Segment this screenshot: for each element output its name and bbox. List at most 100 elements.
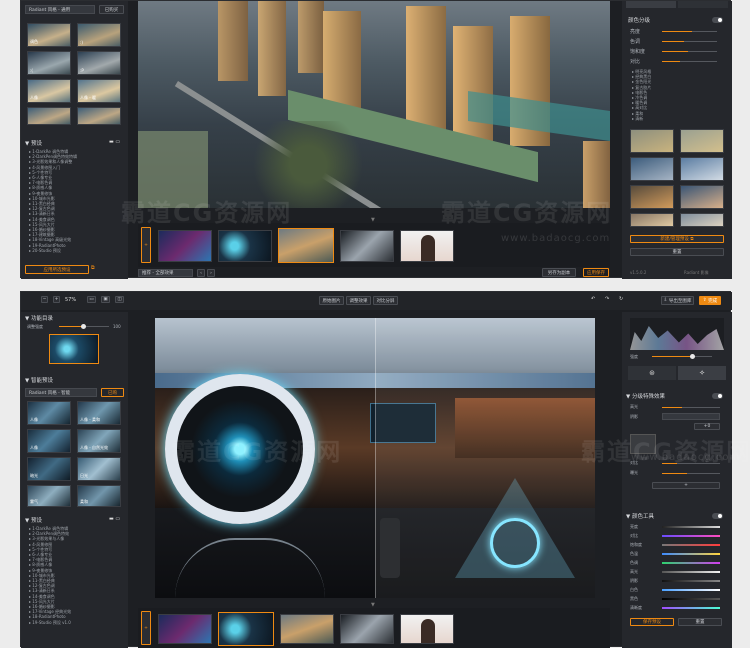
smart-thumb[interactable]: 人像 - 柔和	[77, 401, 121, 425]
save-preset-button[interactable]: 保存预设	[630, 618, 674, 626]
prev-button[interactable]: ‹	[197, 269, 205, 277]
exposure-slider[interactable]	[662, 473, 720, 474]
look-thumb[interactable]	[680, 185, 724, 209]
brightness-slider[interactable]	[662, 31, 717, 32]
highlight-bar[interactable]	[662, 571, 720, 573]
white-bar[interactable]	[662, 589, 720, 591]
panel-tab-active[interactable]	[626, 1, 676, 8]
smart-preset-dropdown[interactable]: Radiant 风格 - 智能	[25, 388, 97, 397]
add-image-button[interactable]: +	[141, 227, 151, 263]
purchased-button[interactable]: 已购买	[99, 5, 124, 14]
done-button[interactable]: ⇪ 完成	[699, 296, 721, 305]
preset-thumb[interactable]: 人像	[27, 79, 71, 103]
contrast-bar[interactable]	[662, 535, 720, 537]
film-thumb[interactable]	[400, 614, 454, 644]
look-thumb[interactable]	[680, 129, 724, 153]
view-toggle-icon[interactable]: ▬ ▭	[109, 139, 120, 145]
zoom-out-button[interactable]: −	[41, 296, 48, 303]
external-icon[interactable]: ⧉	[91, 265, 95, 271]
preset-thumb[interactable]: 人像 - 暖	[77, 79, 121, 103]
contrast-slider[interactable]	[662, 61, 717, 62]
smart-thumb[interactable]: 人像	[27, 429, 71, 453]
smart-thumb[interactable]: 人像	[27, 401, 71, 425]
tone-dropdown[interactable]	[662, 413, 720, 420]
fit-view-button[interactable]: ▭	[87, 296, 96, 303]
export-button[interactable]: ⇩ 导出至图库	[661, 296, 694, 305]
preset-style-dropdown[interactable]: Radiant 风格 - 通用	[25, 5, 95, 14]
tone-add-button[interactable]: + 0	[694, 423, 720, 430]
brightness-bar[interactable]	[662, 526, 720, 528]
nav-dropdown[interactable]: 推荐 - 全部效果	[138, 269, 193, 277]
zoom-in-button[interactable]: +	[53, 296, 60, 303]
apply-selected-button[interactable]: 应用所选预设	[25, 265, 89, 274]
shadow-bar[interactable]	[662, 580, 720, 582]
tab-split[interactable]: 对比分屏	[373, 296, 398, 305]
add-image-button-2[interactable]: +	[141, 611, 151, 645]
panel-tab[interactable]	[678, 1, 728, 8]
strength-slider[interactable]	[652, 354, 712, 359]
collapse-arrow-icon[interactable]: ▼	[371, 217, 375, 223]
main-photo-hud[interactable]	[155, 318, 595, 598]
contrast-slider-2[interactable]	[662, 463, 720, 464]
color-grading-toggle[interactable]	[712, 17, 723, 23]
refresh-icon[interactable]: ↻	[619, 296, 623, 302]
saturation-slider[interactable]	[662, 51, 717, 52]
reset-button[interactable]: 重置	[630, 248, 724, 256]
smart-thumb[interactable]: 暗光	[27, 457, 71, 481]
preset-thumb[interactable]: :P	[77, 51, 121, 75]
redo-icon[interactable]: ↷	[605, 296, 609, 302]
tint-bar[interactable]	[662, 562, 720, 564]
reset-button-2[interactable]: 重置	[678, 618, 722, 626]
film-thumb[interactable]	[158, 230, 212, 262]
look-thumb[interactable]	[630, 213, 674, 227]
film-thumb[interactable]	[340, 614, 394, 644]
look-thumb[interactable]	[630, 157, 674, 181]
film-thumb[interactable]	[218, 612, 274, 646]
look-thumb[interactable]	[630, 129, 674, 153]
film-thumb[interactable]	[278, 228, 334, 263]
preset-tree-2[interactable]: ▸ 1-DarkRe 调色特辑 ▸ 2-DarkPen调色特效 ▸ 3-光影效果与人…	[29, 526, 125, 644]
apply-save-button[interactable]: 应用保存	[583, 268, 609, 277]
next-button[interactable]: ›	[207, 269, 215, 277]
tone-toggle[interactable]	[712, 393, 723, 399]
preset-tree[interactable]: ▸ 1-DarkRe 调色特辑 ▸ 2-DarkPen调色特效特辑 ▸ 3-光影效果…	[29, 149, 125, 257]
black-bar[interactable]	[662, 598, 720, 600]
view-toggle-icon-2[interactable]: ▬ ▭	[109, 516, 120, 522]
preset-thumb[interactable]: :(	[27, 51, 71, 75]
saturation-bar[interactable]	[662, 544, 720, 546]
color-tools-toggle[interactable]	[712, 513, 723, 519]
preset-thumb[interactable]	[77, 107, 121, 125]
undo-icon[interactable]: ↶	[591, 296, 595, 302]
color-swatch[interactable]	[630, 434, 656, 454]
clarity-bar[interactable]	[662, 607, 720, 609]
smart-thumb[interactable]: 日光	[77, 457, 121, 481]
mode-tab-detail[interactable]: ✧	[678, 366, 726, 380]
preset-thumb[interactable]: :)	[77, 23, 121, 47]
look-thumb[interactable]	[680, 213, 724, 227]
film-thumb[interactable]	[218, 230, 272, 262]
mode-tab-color[interactable]: ⊛	[628, 366, 676, 380]
smart-thumb[interactable]: 人像 - 自然光效	[77, 429, 121, 453]
main-photo[interactable]	[138, 1, 610, 208]
smart-purchased-button[interactable]: 已购	[101, 388, 124, 397]
film-thumb[interactable]	[340, 230, 394, 262]
look-thumb[interactable]	[630, 185, 674, 209]
film-thumb[interactable]	[158, 614, 212, 644]
selected-function-thumb[interactable]	[49, 334, 99, 364]
film-thumb[interactable]	[400, 230, 454, 262]
split-view-button[interactable]: ◫	[115, 296, 124, 303]
tab-adjust[interactable]: 调整效果	[346, 296, 371, 305]
manage-presets-button[interactable]: 新建/管理预设 ⧉	[630, 235, 724, 243]
preset-thumb[interactable]	[27, 107, 71, 125]
preset-thumb[interactable]: 调色	[27, 23, 71, 47]
collapse-arrow-icon-2[interactable]: ▼	[371, 602, 375, 608]
look-thumb[interactable]	[680, 157, 724, 181]
smart-thumb[interactable]: 雾气	[27, 485, 71, 507]
tone-slider[interactable]	[662, 41, 717, 42]
temperature-bar[interactable]	[662, 553, 720, 555]
tone-plus-button[interactable]: +	[652, 482, 720, 489]
smart-thumb[interactable]: 柔和	[77, 485, 121, 507]
right-preset-list[interactable]: ▸ 明亮风格 ▸ 经典黑白 ▸ 金色阳光 ▸ 复古胶片 ▸ 电影色 ▸ 冷色调 ▸ 暖色调 ▸…	[632, 69, 722, 125]
full-view-button[interactable]: ▣	[101, 296, 110, 303]
tab-original[interactable]: 原始图片	[319, 296, 344, 305]
